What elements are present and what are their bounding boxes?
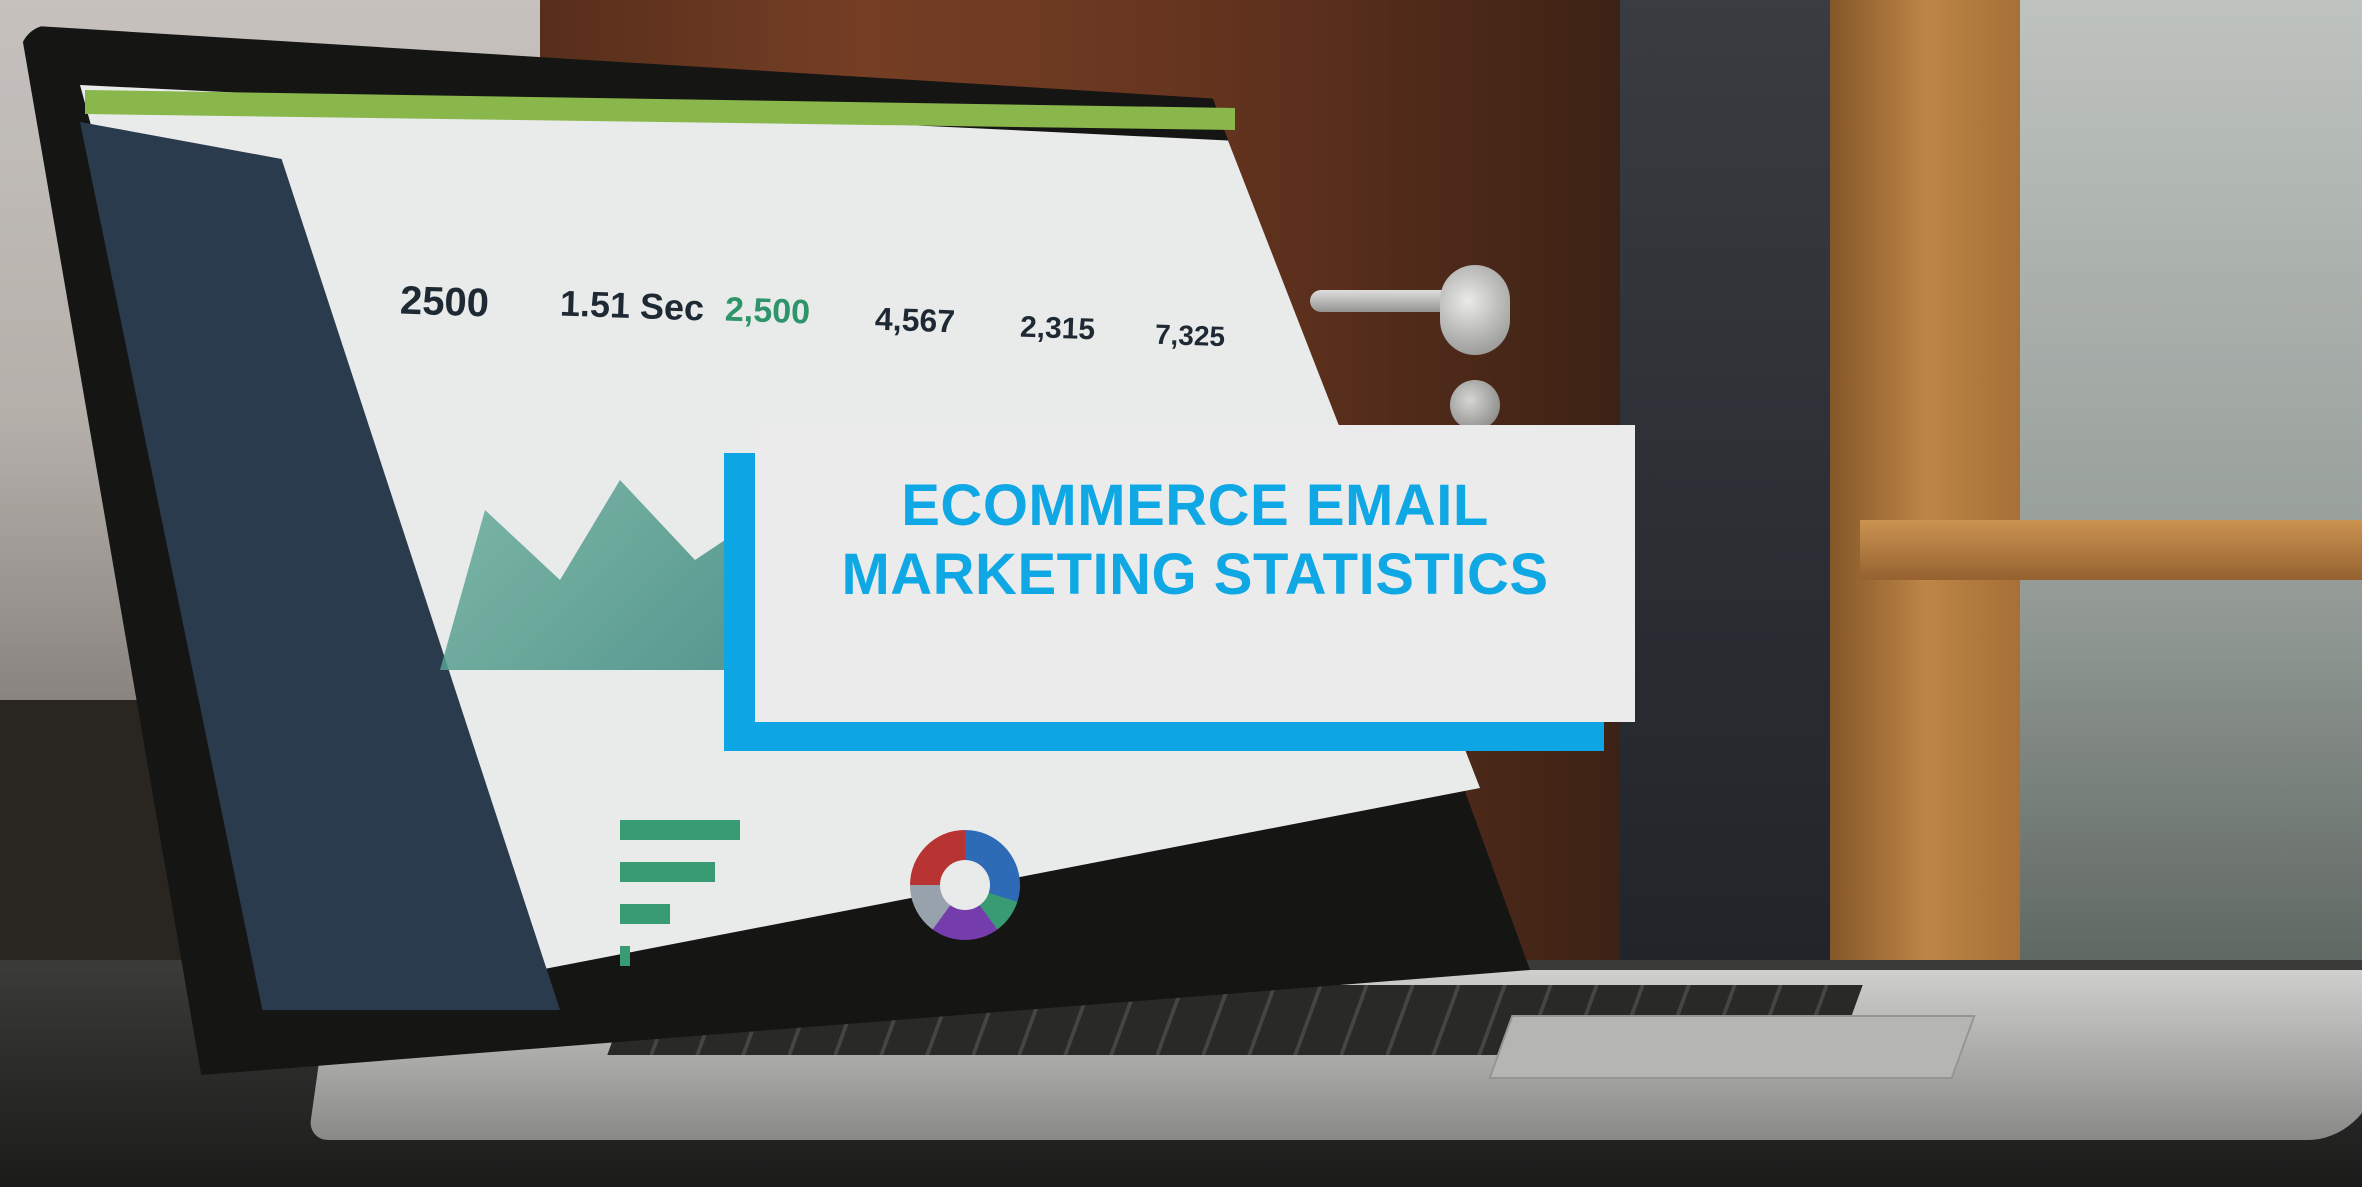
title-line-2: MARKETING STATISTICS — [841, 542, 1549, 607]
title-line-1: ECOMMERCE EMAIL — [901, 473, 1489, 538]
headline-card: ECOMMERCE EMAIL MARKETING STATISTICS — [755, 425, 1635, 722]
page-title: ECOMMERCE EMAIL MARKETING STATISTICS — [841, 471, 1548, 609]
